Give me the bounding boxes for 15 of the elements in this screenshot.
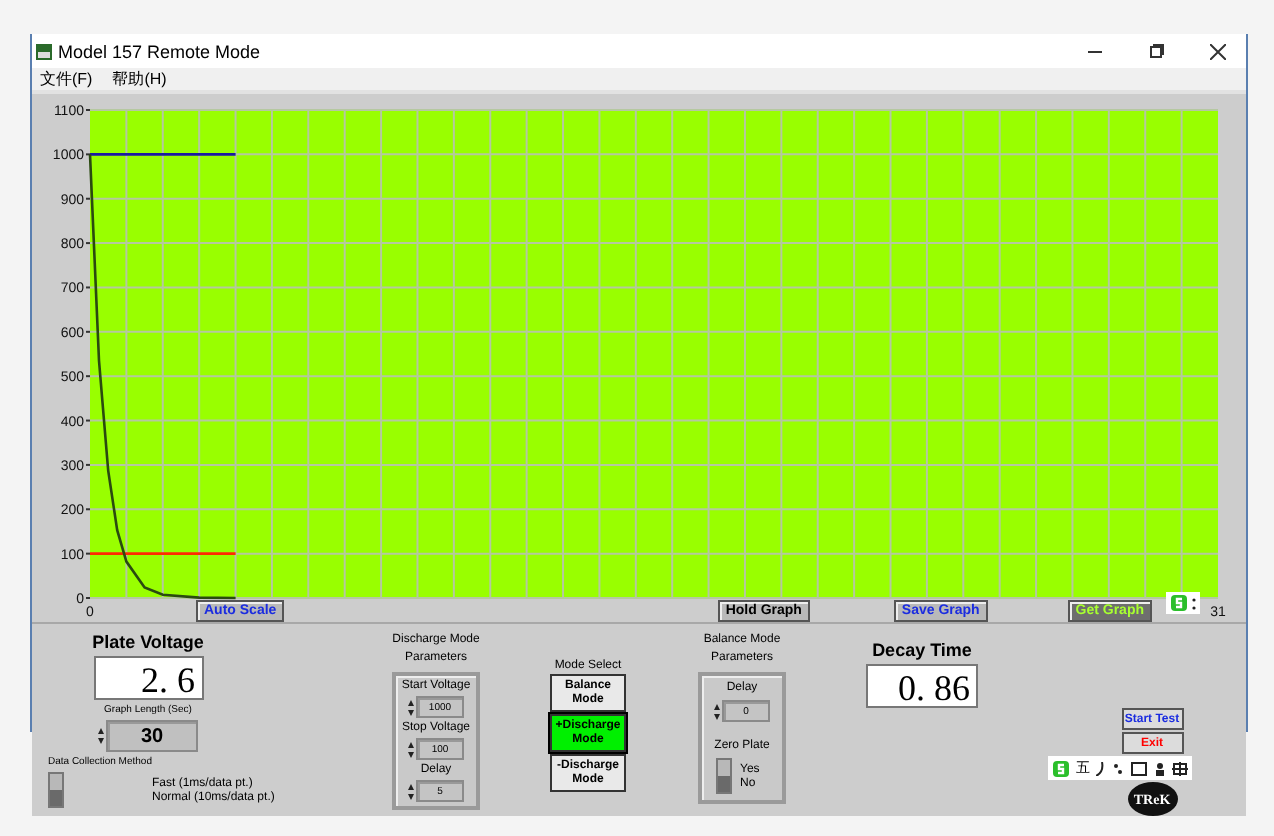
menu-item[interactable]: 文件(F) <box>40 68 93 90</box>
graph-length-field[interactable]: 30 <box>106 720 198 752</box>
decay-time-display: 0. 86 <box>866 664 978 708</box>
restore-icon[interactable] <box>1149 44 1163 58</box>
toggle-switch[interactable] <box>48 772 64 808</box>
window-title: Model 157 Remote Mode <box>58 41 263 61</box>
menu-item[interactable]: 帮助(H) <box>112 68 167 90</box>
plate-voltage-label: Plate Voltage <box>92 632 204 652</box>
plate-voltage-display: 2. 6 <box>93 656 203 700</box>
close-icon[interactable] <box>1210 43 1226 59</box>
toggle-switch[interactable] <box>716 758 732 794</box>
decay-time-label: Decay Time <box>872 640 972 660</box>
toolbar-icons-drawing[interactable] <box>1096 761 1188 775</box>
minimize-icon[interactable] <box>1087 49 1101 53</box>
app-icon <box>36 43 52 59</box>
